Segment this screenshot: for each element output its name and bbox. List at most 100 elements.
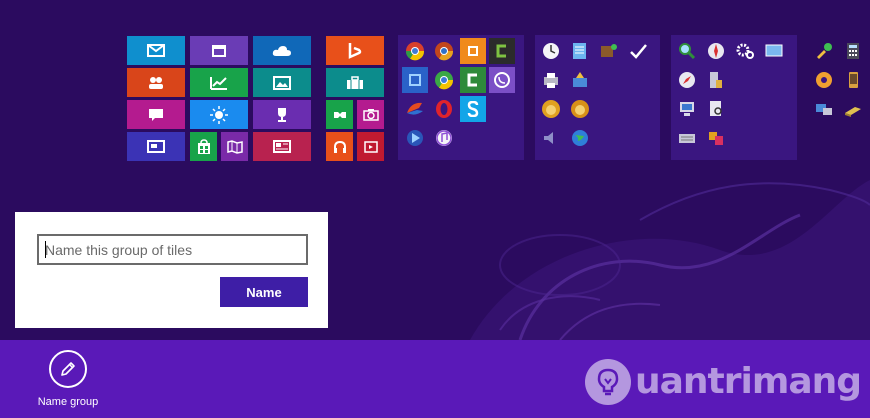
settings-tile[interactable]: [732, 38, 758, 64]
cabinet-tile[interactable]: [703, 67, 729, 93]
tools-tile[interactable]: [567, 67, 593, 93]
watermark-text: uantrimang: [635, 361, 862, 402]
tool-tile[interactable]: [840, 96, 866, 122]
keyboard-tile[interactable]: [674, 125, 700, 151]
name-group-circle[interactable]: [49, 350, 87, 388]
compass-icon: [708, 43, 724, 59]
chat-icon: [149, 108, 163, 121]
printer-icon: [544, 73, 558, 88]
tool-icon: [845, 107, 861, 117]
cd-tile[interactable]: [811, 67, 837, 93]
maps-tile[interactable]: [221, 132, 248, 161]
photos-tile[interactable]: [253, 68, 311, 97]
paint-app-tile[interactable]: [811, 38, 837, 64]
viber-icon: [494, 72, 510, 88]
lion-tile[interactable]: [538, 96, 564, 122]
gamepad-icon: [333, 111, 346, 118]
name-button[interactable]: Name: [220, 277, 308, 307]
network-icon: [816, 104, 832, 115]
video-tile[interactable]: [357, 132, 384, 161]
chrome-alt-tile[interactable]: [431, 38, 457, 64]
weather-tile[interactable]: [190, 100, 248, 129]
people-tile[interactable]: [127, 68, 185, 97]
trophy-icon: [278, 107, 286, 122]
globe-tile[interactable]: [567, 125, 593, 151]
gear-icon: [736, 43, 754, 59]
finance-tile[interactable]: [190, 68, 248, 97]
lion-icon: [571, 100, 589, 118]
magnifier-tile[interactable]: [674, 38, 700, 64]
desktop-tile[interactable]: [127, 132, 185, 161]
disc-icon: [816, 72, 832, 88]
chrome-canary-tile[interactable]: [431, 67, 457, 93]
music-tile[interactable]: [326, 132, 353, 161]
news-icon: [273, 140, 291, 153]
games-tile[interactable]: [326, 100, 353, 129]
paintbrush-icon: [817, 43, 832, 59]
photo-icon: [273, 75, 291, 90]
office-tile[interactable]: [402, 96, 428, 122]
opera-icon: [436, 100, 452, 118]
cabinet-icon: [710, 72, 722, 88]
display-icon: [765, 44, 783, 57]
camtasia-green-tile[interactable]: [460, 67, 486, 93]
camtasia-icon: [467, 73, 477, 87]
desktop-icon: [147, 140, 165, 153]
clock-tile[interactable]: [538, 38, 564, 64]
bing-tile[interactable]: [326, 36, 384, 65]
name-group-dialog: Name: [15, 212, 328, 328]
store-bag-icon: [197, 138, 210, 154]
onedrive-tile[interactable]: [253, 36, 311, 65]
itunes-tile[interactable]: [431, 125, 457, 151]
monitor-icon: [680, 102, 694, 116]
mail-icon: [147, 44, 165, 57]
camera-tile[interactable]: [357, 100, 384, 129]
monitor-tile[interactable]: [674, 96, 700, 122]
viber-tile[interactable]: [489, 67, 515, 93]
camtasia-tile[interactable]: [489, 38, 515, 64]
search-doc-tile[interactable]: [703, 96, 729, 122]
app-icon: [468, 46, 478, 56]
store-tile[interactable]: [190, 132, 217, 161]
compass-icon: [679, 72, 695, 88]
display-tile[interactable]: [761, 38, 787, 64]
app-blue-tile[interactable]: [402, 67, 428, 93]
notepad-tile[interactable]: [567, 38, 593, 64]
skype-tile[interactable]: [460, 96, 486, 122]
network-tile[interactable]: [811, 96, 837, 122]
paint-icon: [601, 44, 617, 57]
lion-icon: [542, 100, 560, 118]
calendar-tile[interactable]: [190, 36, 248, 65]
chrome-icon: [435, 42, 454, 61]
messaging-tile[interactable]: [127, 100, 185, 129]
name-group-label: Name group: [37, 396, 99, 408]
printer-tile[interactable]: [538, 67, 564, 93]
cloud-icon: [272, 45, 291, 56]
office-icon: [407, 102, 423, 115]
app-multi-tile[interactable]: [703, 125, 729, 151]
check-tile[interactable]: [625, 38, 651, 64]
start-screen: Name Name group uantrimang: [0, 0, 870, 418]
lightbulb-icon: [597, 368, 619, 396]
keyboard-icon: [679, 134, 695, 143]
map-icon: [226, 139, 243, 154]
news-tile[interactable]: [253, 132, 311, 161]
speaker-tile[interactable]: [538, 125, 564, 151]
lion2-tile[interactable]: [567, 96, 593, 122]
chrome-tile[interactable]: [402, 38, 428, 64]
opera-tile[interactable]: [431, 96, 457, 122]
group-name-input[interactable]: [37, 234, 308, 265]
calculator-tile[interactable]: [840, 38, 866, 64]
app-orange-tile[interactable]: [460, 38, 486, 64]
name-group-command[interactable]: Name group: [30, 348, 106, 414]
sports-tile[interactable]: [253, 100, 311, 129]
chart-icon: [210, 76, 227, 90]
paint-tile[interactable]: [596, 38, 622, 64]
travel-tile[interactable]: [326, 68, 384, 97]
video-icon: [363, 140, 378, 153]
mail-tile[interactable]: [127, 36, 185, 65]
phone-tile[interactable]: [840, 67, 866, 93]
media-player-tile[interactable]: [402, 125, 428, 151]
compass-tile[interactable]: [703, 38, 729, 64]
safari-tile[interactable]: [674, 67, 700, 93]
